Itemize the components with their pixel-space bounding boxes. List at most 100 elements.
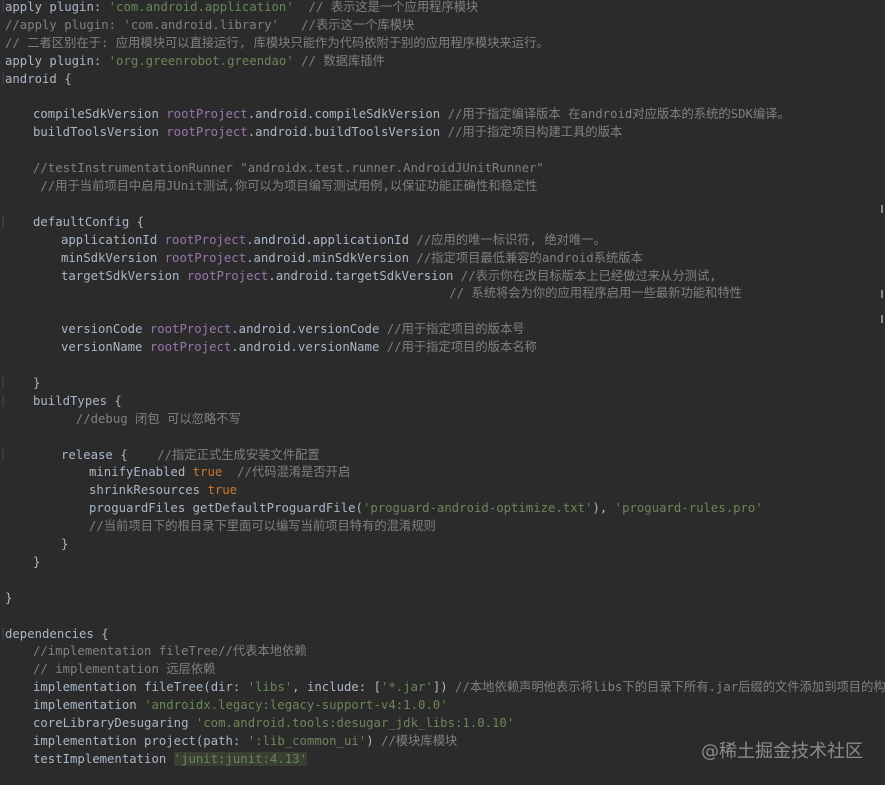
code-token: //用于当前项目中启用JUnit测试,你可以为项目编写测试用例,以保证功能正确性… <box>33 179 538 193</box>
code-line[interactable]: android { <box>5 70 72 88</box>
code-token: //表示你在改目标版本上已经做过来从分测试, <box>460 268 717 283</box>
code-line[interactable]: implementation 'androidx.legacy:legacy-s… <box>33 696 448 714</box>
code-token: rootProject <box>164 250 247 265</box>
code-line[interactable]: //用于当前项目中启用JUnit测试,你可以为项目编写测试用例,以保证功能正确性… <box>33 177 537 195</box>
fold-marker-icon[interactable]: │ <box>0 450 6 461</box>
scrollbar-marker[interactable] <box>881 290 883 298</box>
code-line[interactable]: buildTypes { <box>33 392 122 410</box>
code-token: .android.compileSdkVersion <box>247 107 448 122</box>
code-line[interactable]: applicationId rootProject.android.applic… <box>61 231 606 249</box>
code-token: //应用的唯一标识符, 绝对唯一。 <box>416 232 606 247</box>
code-token: .android.applicationId <box>246 232 417 247</box>
code-token: dir <box>210 680 233 695</box>
code-token: true <box>207 483 238 498</box>
code-token: 'junit:junit:4.13' <box>173 751 307 766</box>
code-token: 'proguard-rules.pro' <box>614 501 763 516</box>
code-line[interactable]: //debug 闭包 可以忽略不写 <box>61 410 241 428</box>
code-line[interactable]: // 二者区别在于: 应用模块可以直接运行, 库模块只能作为代码依附于别的应用程… <box>5 34 549 52</box>
code-token: rootProject <box>166 107 248 122</box>
code-token: , <box>292 680 307 695</box>
code-token: rootProject <box>149 322 232 337</box>
code-token: buildToolsVersion <box>33 125 167 140</box>
code-token: } <box>61 537 69 551</box>
fold-marker-icon[interactable]: │ <box>0 74 6 85</box>
code-token: : [ <box>358 680 381 695</box>
code-token: //模块库模块 <box>381 733 458 748</box>
code-token: //用于指定项目构建工具的版本 <box>447 125 623 140</box>
code-line[interactable]: } <box>5 589 12 607</box>
code-line[interactable]: coreLibraryDesugaring 'com.android.tools… <box>33 714 514 732</box>
code-line[interactable]: buildToolsVersion rootProject.android.bu… <box>33 123 622 141</box>
code-token: rootProject <box>149 340 232 355</box>
fold-marker-icon[interactable]: │ <box>0 629 6 640</box>
code-line[interactable]: } <box>33 553 40 571</box>
code-line[interactable]: // implementation 远层依赖 <box>33 660 215 678</box>
code-line[interactable]: } <box>33 374 40 392</box>
code-token: //implementation fileTree//代表本地依赖 <box>33 644 307 659</box>
scrollbar-marker[interactable] <box>881 315 883 323</box>
code-token: apply <box>5 53 50 68</box>
code-token: } <box>33 554 41 569</box>
code-token: //指定项目最低兼容的android系统版本 <box>416 250 643 265</box>
code-line[interactable]: versionName rootProject.android.versionN… <box>61 338 537 356</box>
code-token: : <box>93 0 109 14</box>
code-token: .android.versionName <box>231 340 387 355</box>
code-line[interactable]: versionCode rootProject.android.versionC… <box>61 320 525 338</box>
code-line[interactable]: testImplementation 'junit:junit:4.13' <box>33 750 307 768</box>
code-token: //用于指定编译版本 在android对应版本的系统的SDK编译。 <box>447 107 790 122</box>
fold-marker-icon[interactable]: │ <box>0 2 6 13</box>
code-token: 'org.greenrobot.greendao' <box>108 53 294 68</box>
code-token: android { <box>5 71 72 86</box>
code-line[interactable]: apply plugin: 'com.android.application' … <box>5 0 478 16</box>
code-token: //用于指定项目的版本号 <box>386 322 525 337</box>
code-token: //代码混淆是否开启 <box>222 465 351 480</box>
code-token: //用于指定项目的版本名称 <box>386 340 537 355</box>
code-token: rootProject <box>164 232 247 247</box>
code-line[interactable]: //apply plugin: 'com.android.library' //… <box>5 16 414 34</box>
code-line[interactable]: //当前项目下的根目录下里面可以编写当前项目特有的混淆规则 <box>89 517 436 535</box>
code-line[interactable]: targetSdkVersion rootProject.android.tar… <box>61 267 717 285</box>
code-line[interactable]: //implementation fileTree//代表本地依赖 <box>33 642 307 660</box>
code-token: //apply plugin: 'com.android.library' //… <box>5 17 415 32</box>
fold-marker-icon[interactable]: │ <box>0 378 6 389</box>
code-line[interactable]: } <box>61 535 68 553</box>
fold-marker-icon[interactable]: │ <box>0 217 6 228</box>
code-token: //当前项目下的根目录下里面可以编写当前项目特有的混淆规则 <box>89 519 436 534</box>
code-token: rootProject <box>186 268 269 283</box>
code-token: versionName <box>61 340 150 355</box>
code-token: 'com.android.application' <box>108 0 294 14</box>
code-token: proguardFiles getDefaultProguardFile( <box>89 501 363 516</box>
code-token: compileSdkVersion <box>33 107 167 122</box>
code-token: versionCode <box>61 322 150 337</box>
code-token: : <box>232 680 248 695</box>
code-token: coreLibraryDesugaring <box>33 716 196 730</box>
code-token: true <box>192 465 223 480</box>
code-line[interactable]: dependencies { <box>5 625 109 643</box>
fold-marker-icon[interactable]: │ <box>0 396 6 407</box>
code-token: minSdkVersion <box>61 250 165 265</box>
code-editor[interactable]: apply plugin: 'com.android.application' … <box>0 0 885 785</box>
code-token: path <box>203 733 233 748</box>
code-line[interactable]: minSdkVersion rootProject.android.minSdk… <box>61 249 643 267</box>
code-token: minifyEnabled <box>89 465 193 480</box>
code-token: // 数据库插件 <box>293 53 385 68</box>
code-line[interactable]: shrinkResources true <box>89 481 237 499</box>
scrollbar-marker[interactable] <box>881 205 883 213</box>
code-line[interactable]: compileSdkVersion rootProject.android.co… <box>33 105 790 123</box>
code-token: 'androidx.legacy:legacy-support-v4:1.0.0… <box>144 698 448 713</box>
code-line[interactable]: release { //指定正式生成安装文件配置 <box>61 446 320 464</box>
code-token: .android.minSdkVersion <box>246 250 417 265</box>
code-line[interactable]: // 系统将会为你的应用程序启用一些最新功能和特性 <box>5 284 742 302</box>
code-line[interactable]: //testInstrumentationRunner "androidx.te… <box>33 159 544 177</box>
code-line[interactable]: minifyEnabled true //代码混淆是否开启 <box>89 463 350 481</box>
code-line[interactable]: implementation fileTree(dir: 'libs', inc… <box>33 678 885 696</box>
code-token: plugin <box>49 0 94 14</box>
code-token: ), <box>592 501 615 516</box>
code-line[interactable]: defaultConfig { <box>33 213 144 231</box>
code-line[interactable]: implementation project(path: ':lib_commo… <box>33 732 457 750</box>
code-line[interactable]: apply plugin: 'org.greenrobot.greendao' … <box>5 52 385 70</box>
code-token: include <box>306 680 359 695</box>
code-token: //指定正式生成安装文件配置 <box>157 447 320 462</box>
code-token: defaultConfig { <box>33 214 145 229</box>
code-line[interactable]: proguardFiles getDefaultProguardFile( 'pr… <box>89 499 763 517</box>
